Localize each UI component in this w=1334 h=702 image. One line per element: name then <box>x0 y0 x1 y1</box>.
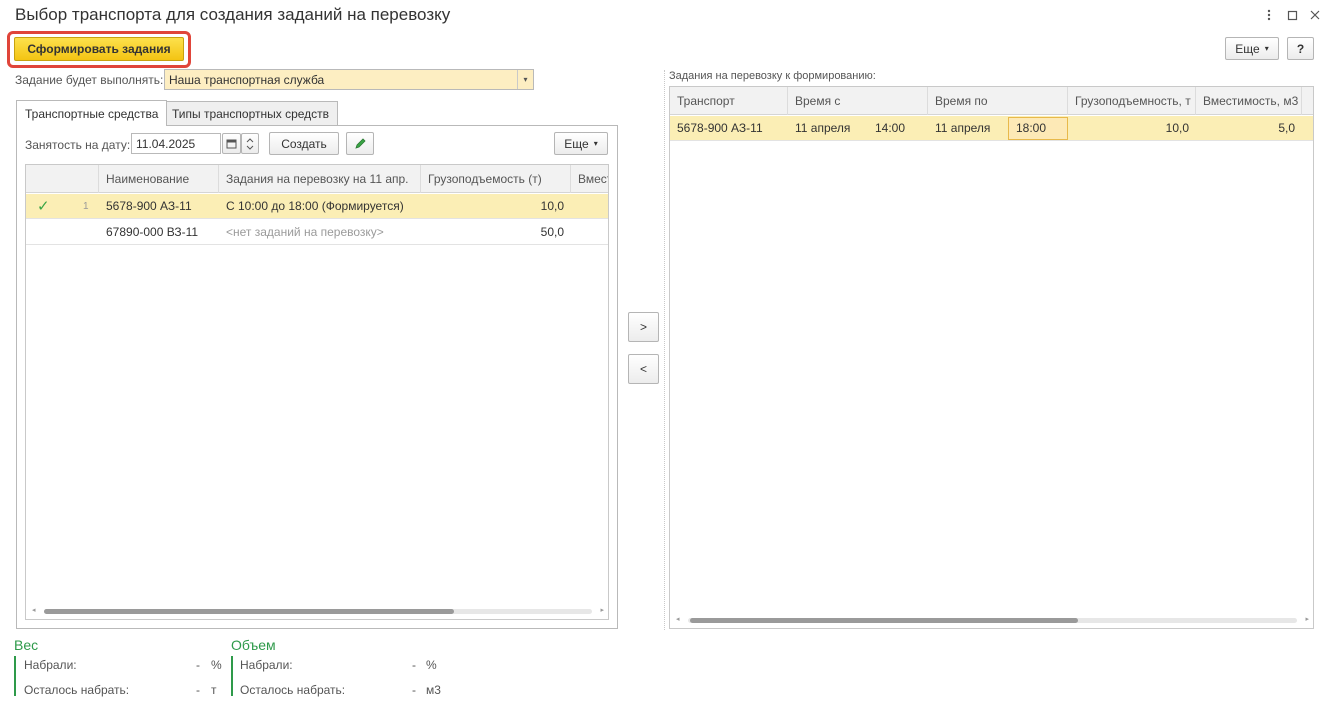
column-header-transport[interactable]: Транспорт <box>670 87 788 115</box>
table-header: Транспорт Время с Время по Грузоподъемно… <box>670 87 1313 115</box>
volume-group-bar <box>231 656 233 696</box>
table-header: Наименование Задания на перевозку на 11 … <box>26 165 608 193</box>
generate-tasks-button[interactable]: Сформировать задания <box>14 37 184 61</box>
pencil-icon[interactable] <box>346 132 374 155</box>
tasks-table[interactable]: Транспорт Время с Время по Грузоподъемно… <box>669 86 1314 629</box>
row-to-time-input[interactable]: 18:00 <box>1008 117 1068 140</box>
row-from-time: 14:00 <box>875 121 906 135</box>
tasks-label: Задания на перевозку к формированию: <box>669 70 876 82</box>
row-capacity: 50,0 <box>540 225 564 239</box>
more-button-label: Еще <box>1235 41 1260 56</box>
row-tasks: С 10:00 до 18:00 (Формируется) <box>226 199 404 213</box>
row-name: 5678-900 АЗ-11 <box>106 199 192 213</box>
date-field[interactable]: 11.04.2025 <box>131 133 221 154</box>
weight-remaining-label: Осталось набрать: <box>24 683 130 697</box>
table-row[interactable]: ✓ 1 5678-900 АЗ-11 С 10:00 до 18:00 (Фор… <box>26 194 608 219</box>
row-to-date: 11 апреля <box>935 121 991 135</box>
column-header-volume[interactable]: Вмест <box>571 165 608 193</box>
panel-divider <box>664 70 665 630</box>
tab-vehicles[interactable]: Транспортные средства <box>16 100 168 126</box>
calendar-icon[interactable] <box>222 133 241 154</box>
help-button[interactable]: ? <box>1287 37 1314 60</box>
volume-remaining-unit: м3 <box>426 683 441 697</box>
weight-collected-label: Набрали: <box>24 658 77 672</box>
row-index <box>76 220 98 245</box>
chevron-down-icon: ▾ <box>1264 44 1269 53</box>
weight-remaining-value: - <box>196 683 200 697</box>
weight-title: Вес <box>14 637 39 653</box>
horizontal-scrollbar[interactable]: ◂ ▸ <box>674 614 1311 626</box>
column-header-time-to[interactable]: Время по <box>928 87 1068 115</box>
executor-value: Наша транспортная служба <box>169 72 325 87</box>
checkmark-icon[interactable]: ✓ <box>30 194 54 219</box>
scrollbar-thumb[interactable] <box>44 609 454 614</box>
weight-collected-unit: % <box>211 658 222 672</box>
add-to-tasks-button[interactable]: > <box>628 312 659 342</box>
row-tasks: <нет заданий на перевозку> <box>226 225 384 239</box>
column-header-volume[interactable]: Вместимость, м3 <box>1196 87 1302 115</box>
column-header-time-from[interactable]: Время с <box>788 87 928 115</box>
weight-collected-value: - <box>196 658 200 672</box>
maximize-icon[interactable] <box>1287 8 1299 22</box>
executor-label: Задание будет выполнять: <box>15 73 164 87</box>
table-row[interactable]: 5678-900 АЗ-11 11 апреля 14:00 11 апреля… <box>670 116 1313 141</box>
row-volume: 5,0 <box>1278 121 1295 135</box>
remove-from-tasks-button[interactable]: < <box>628 354 659 384</box>
column-header-capacity[interactable]: Грузоподъемость (т) <box>421 165 571 193</box>
row-name: 67890-000 ВЗ-11 <box>106 225 199 239</box>
volume-remaining-label: Осталось набрать: <box>240 683 346 697</box>
close-icon[interactable] <box>1309 8 1321 22</box>
chevron-down-icon[interactable]: ▾ <box>517 70 533 89</box>
volume-remaining-value: - <box>412 683 416 697</box>
row-capacity: 10,0 <box>1165 121 1189 135</box>
column-header-name[interactable]: Наименование <box>99 165 219 193</box>
row-from-date: 11 апреля <box>795 121 851 135</box>
window-title: Выбор транспорта для создания заданий на… <box>15 5 451 24</box>
chevron-down-icon: ▾ <box>593 139 598 148</box>
left-more-button[interactable]: Еще ▾ <box>554 132 608 155</box>
scroll-right-icon[interactable]: ▸ <box>600 605 604 617</box>
left-more-label: Еще <box>564 136 589 151</box>
column-header-tasks[interactable]: Задания на перевозку на 11 апр. <box>219 165 421 193</box>
date-stepper[interactable] <box>241 133 259 154</box>
scroll-right-icon[interactable]: ▸ <box>1305 614 1309 626</box>
more-button[interactable]: Еще ▾ <box>1225 37 1279 60</box>
create-button[interactable]: Создать <box>269 132 339 155</box>
weight-group-bar <box>14 656 16 696</box>
column-header-capacity[interactable]: Грузоподъемность, т <box>1068 87 1196 115</box>
scrollbar-thumb[interactable] <box>690 618 1078 623</box>
date-label: Занятость на дату: <box>25 138 131 152</box>
scroll-left-icon[interactable]: ◂ <box>676 614 680 626</box>
weight-remaining-unit: т <box>211 683 217 697</box>
volume-collected-value: - <box>412 658 416 672</box>
volume-collected-unit: % <box>426 658 437 672</box>
tab-vehicle-types[interactable]: Типы транспортных средств <box>163 101 339 125</box>
executor-select[interactable]: Наша транспортная служба ▾ <box>164 69 534 90</box>
volume-title: Объем <box>231 637 276 653</box>
horizontal-scrollbar[interactable]: ◂ ▸ <box>30 605 606 617</box>
row-transport: 5678-900 АЗ-11 <box>677 121 763 135</box>
row-capacity: 10,0 <box>540 199 564 213</box>
table-row[interactable]: 67890-000 ВЗ-11 <нет заданий на перевозк… <box>26 220 608 245</box>
row-index: 1 <box>83 201 89 212</box>
scroll-left-icon[interactable]: ◂ <box>32 605 36 617</box>
date-value: 11.04.2025 <box>136 136 196 151</box>
column-header-marker <box>26 165 99 193</box>
volume-collected-label: Набрали: <box>240 658 293 672</box>
vehicles-table[interactable]: Наименование Задания на перевозку на 11 … <box>25 164 609 620</box>
menu-dots-icon[interactable] <box>1264 8 1274 22</box>
